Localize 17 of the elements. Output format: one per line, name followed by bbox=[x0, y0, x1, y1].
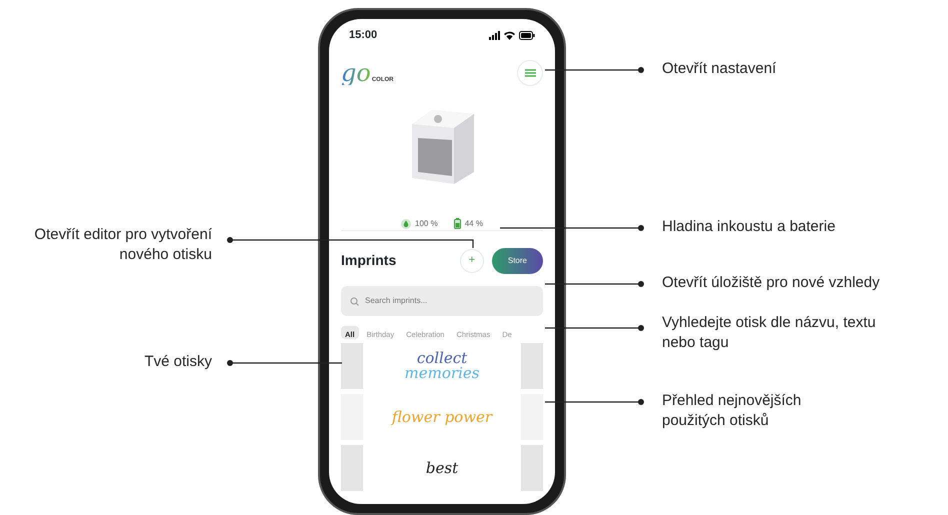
callout-label: Otevřít editor pro vytvoření nového otisku bbox=[33, 225, 212, 266]
store-button[interactable]: Store bbox=[492, 248, 543, 274]
section-title: Imprints bbox=[341, 251, 396, 270]
level-reading: 100 % bbox=[415, 218, 438, 230]
level-reading: 44 % bbox=[464, 218, 483, 230]
search-field[interactable]: Search imprints... bbox=[341, 286, 543, 316]
callout-label: Přehled nejnovějších použitých otisků bbox=[662, 391, 802, 432]
callout-label: Tvé otisky bbox=[144, 352, 212, 372]
callout-label: Otevřít nastavení bbox=[662, 59, 776, 79]
add-button[interactable]: + bbox=[460, 248, 484, 272]
callout-label: Vyhledejte otisk dle názvu, textu nebo tagu bbox=[662, 313, 877, 354]
callout-label: Hladina inkoustu a baterie bbox=[662, 217, 836, 237]
status-time: 15:00 bbox=[349, 28, 378, 43]
imprint-card[interactable]: best bbox=[341, 445, 543, 491]
imprint-card[interactable]: flower power bbox=[341, 394, 543, 440]
imprint-card[interactable]: collect memories bbox=[341, 343, 543, 389]
callout-label: Otevřít úložiště pro nové vzhledy bbox=[662, 273, 880, 293]
